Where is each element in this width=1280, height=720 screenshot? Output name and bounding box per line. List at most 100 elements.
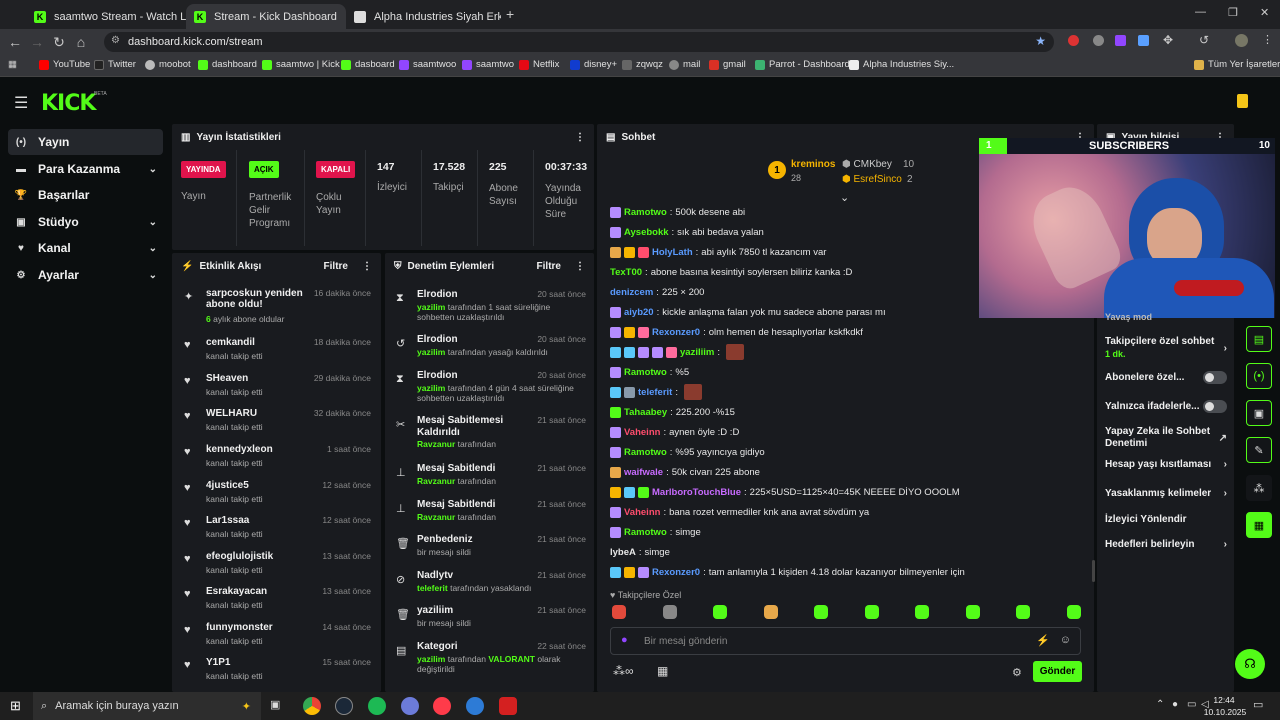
- minimize-icon[interactable]: —: [1195, 6, 1206, 18]
- moderator-name[interactable]: Ravzanur: [417, 439, 455, 449]
- chat-message[interactable]: denizcem:225 × 200: [610, 285, 704, 299]
- menu-kebab-icon[interactable]: ⋮: [1262, 33, 1273, 46]
- clip-rail-button[interactable]: ▦: [1246, 512, 1272, 538]
- bookmark-gmail[interactable]: gmail: [709, 59, 746, 70]
- moderation-target[interactable]: Mesaj Sabitlendi: [417, 463, 527, 475]
- bookmark-star-icon[interactable]: ★: [1035, 34, 1046, 48]
- emote-icon[interactable]: [662, 605, 677, 619]
- history-icon[interactable]: ↺: [1199, 33, 1209, 47]
- tab-kick-dashboard[interactable]: K Stream - Kick Dashboard ✕: [186, 4, 346, 29]
- activity-item[interactable]: ♥ cemkandil kanalı takip etti 18 dakika önc…: [179, 337, 379, 369]
- chat-message[interactable]: MarlboroTouchBlue:225×5USD=1125×40=45K N…: [610, 485, 960, 499]
- discord-icon[interactable]: [401, 697, 419, 715]
- moderation-item[interactable]: 🗑 yaziliim bir mesajı sildi 21 saat önce: [393, 605, 588, 639]
- microphone-icon[interactable]: ●: [621, 634, 628, 646]
- chat-username[interactable]: Rexonzer0: [652, 567, 700, 578]
- moderation-item[interactable]: ⊥ Mesaj Sabitlendi Ravzanur tarafından 21 s…: [393, 463, 588, 497]
- activity-item[interactable]: ♥ SHeaven kanalı takip etti 29 dakika önce: [179, 373, 379, 405]
- chat-username[interactable]: yaziliim: [680, 347, 714, 358]
- account-age-setting[interactable]: Hesap yaşı kısıtlaması ›: [1105, 459, 1227, 470]
- ai-moderation-setting[interactable]: Yapay Zeka ile Sohbet Denetimi ↗: [1105, 426, 1227, 450]
- forward-icon[interactable]: →: [26, 31, 48, 53]
- bookmark-saamtwo[interactable]: saamtwo: [462, 59, 514, 70]
- chat-username[interactable]: waifwale: [624, 467, 663, 478]
- maximize-icon[interactable]: ❐: [1228, 6, 1238, 19]
- command-icon[interactable]: ⚡: [1036, 634, 1050, 647]
- hamburger-menu-icon[interactable]: ☰: [14, 93, 28, 113]
- sidebar-item-para-kazanma[interactable]: ▬ Para Kazanma ⌄: [8, 156, 163, 182]
- new-tab-button[interactable]: +: [506, 6, 514, 22]
- mic-tray-icon[interactable]: ●: [1172, 699, 1178, 710]
- chat-rail-button[interactable]: ▤: [1246, 326, 1272, 352]
- chat-scrollbar[interactable]: [1092, 560, 1095, 582]
- activity-name[interactable]: efeoglulojistik: [206, 551, 316, 562]
- moderation-item[interactable]: ⧗ Elrodion yazilim tarafından 1 saat sürel…: [393, 289, 588, 323]
- emote-icon[interactable]: [915, 605, 929, 619]
- steam-icon[interactable]: [335, 697, 353, 715]
- menu-kebab-icon[interactable]: ⋮: [575, 132, 585, 143]
- subscribers-only-toggle[interactable]: [1203, 371, 1227, 384]
- tab-saamtwo-stream[interactable]: K saamtwo Stream - Watch Live o ✕: [26, 4, 186, 29]
- emote-icon[interactable]: [814, 605, 828, 619]
- valorant-icon[interactable]: [433, 697, 451, 715]
- emote-icon[interactable]: [713, 605, 727, 619]
- community-rail-button[interactable]: ⁂: [1246, 475, 1272, 501]
- chat-message[interactable]: lybeA: simge: [610, 545, 670, 559]
- extension-icon[interactable]: [1138, 35, 1149, 46]
- activity-name[interactable]: 4justice5: [206, 480, 316, 491]
- moderation-item[interactable]: ⊥ Mesaj Sabitlendi Ravzanur tarafından 21 s…: [393, 499, 588, 533]
- moderation-item[interactable]: ▤ Kategori yazilim tarafından VALORANT ola…: [393, 641, 588, 675]
- moderation-target[interactable]: Mesaj Sabitlemesi Kaldırıldı: [417, 415, 527, 439]
- site-info-icon[interactable]: ⚙: [111, 35, 120, 46]
- chat-settings-icon[interactable]: ⚙: [1012, 666, 1022, 679]
- moderation-target[interactable]: Nadlytv: [417, 570, 527, 582]
- moderation-target[interactable]: Mesaj Sabitlendi: [417, 499, 527, 511]
- moderation-target[interactable]: yaziliim: [417, 605, 527, 617]
- activity-name[interactable]: Lar1ssaa: [206, 515, 316, 526]
- activity-item[interactable]: ♥ Esrakayacan kanalı takip etti 13 saat önc…: [179, 586, 379, 618]
- bookmark-disney[interactable]: disney+: [570, 59, 617, 70]
- kick-logo[interactable]: KICK: [41, 91, 96, 116]
- bookmark-netflix[interactable]: Netflix: [519, 59, 559, 70]
- chat-message[interactable]: Vaheinn: aynen öyle :D :D: [610, 425, 739, 439]
- url-input[interactable]: ⚙ dashboard.kick.com/stream ★: [104, 32, 1054, 52]
- activity-name[interactable]: funnymonster: [206, 622, 316, 633]
- user-badge-icon[interactable]: [1237, 94, 1248, 108]
- activity-item[interactable]: ✦ sarpcoskun yeniden abone oldu! 6 aylık a…: [179, 288, 379, 324]
- top-gifter-3[interactable]: ⬢ EsrefSinco: [842, 174, 902, 185]
- extension-icon[interactable]: [1068, 35, 1079, 46]
- moderator-name[interactable]: Ravzanur: [417, 476, 455, 486]
- extension-icon[interactable]: [1115, 35, 1126, 46]
- moderator-name[interactable]: yazilim: [417, 302, 445, 312]
- followers-only-chat-setting[interactable]: Takipçilere özel sohbet 1 dk. ›: [1105, 336, 1227, 361]
- chat-username[interactable]: Aysebokk: [624, 227, 669, 238]
- activity-item[interactable]: ♥ funnymonster kanalı takip etti 14 saat ön…: [179, 622, 379, 654]
- community-icon[interactable]: ⁂∞: [613, 664, 634, 678]
- activity-item[interactable]: ♥ Y1P1 kanalı takip etti 15 saat önce: [179, 657, 379, 689]
- banned-words-setting[interactable]: Yasaklanmış kelimeler ›: [1105, 488, 1227, 499]
- activity-name[interactable]: WELHARU: [206, 408, 316, 419]
- chat-username[interactable]: Ramotwo: [624, 207, 667, 218]
- chat-username[interactable]: MarlboroTouchBlue: [652, 487, 741, 498]
- activity-name[interactable]: Y1P1: [206, 657, 316, 668]
- taskbar-search[interactable]: ⌕ Aramak için buraya yazın ✦: [33, 692, 261, 720]
- chat-username[interactable]: Vaheinn: [624, 507, 660, 518]
- activity-name[interactable]: kennedyxleon: [206, 444, 316, 455]
- moderator-name[interactable]: Ravzanur: [417, 512, 455, 522]
- chat-username[interactable]: Vaheinn: [624, 427, 660, 438]
- subscribers-only-setting[interactable]: Abonelere özel...: [1105, 371, 1227, 384]
- chat-message[interactable]: TexT00: abone basına kesintiyi soylersen …: [610, 265, 852, 279]
- emotes-only-setting[interactable]: Yalnızca ifadelerle...: [1105, 400, 1227, 413]
- chat-message[interactable]: yaziliim:: [610, 344, 744, 360]
- emote-icon[interactable]: [612, 605, 626, 619]
- emote-icon[interactable]: [965, 605, 980, 619]
- moderation-item[interactable]: ⧗ Elrodion yazilim tarafından 4 gün 4 saat…: [393, 370, 588, 404]
- chat-username[interactable]: Ramotwo: [624, 447, 667, 458]
- chat-message[interactable]: Rexonzer0: tam anlamıyla 1 kişiden 4.18 d…: [610, 565, 965, 579]
- chat-username[interactable]: HolyLath: [652, 247, 693, 258]
- activity-item[interactable]: ♥ 4justice5 kanalı takip etti 12 saat önce: [179, 480, 379, 512]
- bookmark-dasboard[interactable]: dasboard: [341, 59, 395, 70]
- gift-icon[interactable]: ▦: [657, 664, 668, 678]
- moderation-item[interactable]: 🗑 Penbedeniz bir mesajı sildi 21 saat önce: [393, 534, 588, 568]
- chat-message[interactable]: aiyb20: kickle anlaşma falan yok mu sadec…: [610, 305, 886, 319]
